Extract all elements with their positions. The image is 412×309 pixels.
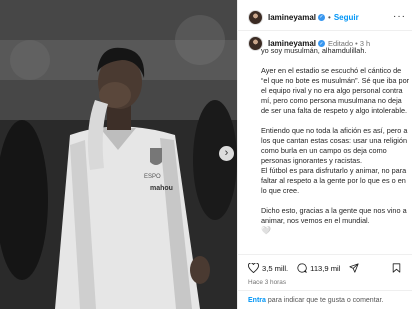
comment-count: 113,9 mil — [310, 263, 341, 273]
post-timestamp: Hace 3 horas — [248, 279, 287, 286]
white-heart-emoji: 🤍 — [261, 226, 271, 235]
avatar[interactable] — [248, 9, 263, 25]
sponsor-text: mahou — [150, 185, 173, 192]
like-action[interactable]: 3,5 mill. — [248, 263, 288, 273]
crest-text: ESPO — [144, 174, 161, 180]
comment-icon — [297, 263, 308, 273]
header-divider — [237, 30, 412, 31]
share-icon — [349, 263, 360, 273]
more-options-icon[interactable]: ··· — [393, 12, 406, 22]
caption-body: yo soy musulmán, alhamdulillah. Ayer en … — [261, 46, 410, 225]
follow-button[interactable]: Seguir — [334, 13, 359, 22]
comment-action[interactable]: 113,9 mil — [297, 263, 340, 273]
share-action[interactable] — [349, 263, 362, 273]
login-divider — [237, 290, 412, 291]
verified-badge-icon: ✓ — [318, 13, 326, 21]
separator-dot: • — [328, 12, 331, 22]
actions-divider — [237, 254, 412, 255]
next-photo-button[interactable]: › — [219, 146, 234, 161]
heart-icon — [248, 263, 259, 273]
post-header: lamineyamal ✓ • Seguir ··· — [248, 7, 410, 27]
header-username[interactable]: lamineyamal — [268, 13, 316, 22]
panel-divider — [237, 0, 238, 309]
post-photo[interactable]: ESPO mahou — [0, 0, 237, 309]
caption-text: yo soy musulmán, alhamdulillah. Ayer en … — [261, 46, 411, 236]
login-prompt: Entra para indicar que te gusta o coment… — [248, 297, 383, 304]
login-text: para indicar que te gusta o comentar. — [265, 297, 384, 304]
action-bar: 3,5 mill. 113,9 mil — [248, 260, 408, 276]
save-action[interactable] — [392, 263, 404, 273]
bookmark-icon — [392, 263, 401, 273]
like-count: 3,5 mill. — [262, 263, 289, 273]
login-link[interactable]: Entra — [248, 297, 266, 304]
